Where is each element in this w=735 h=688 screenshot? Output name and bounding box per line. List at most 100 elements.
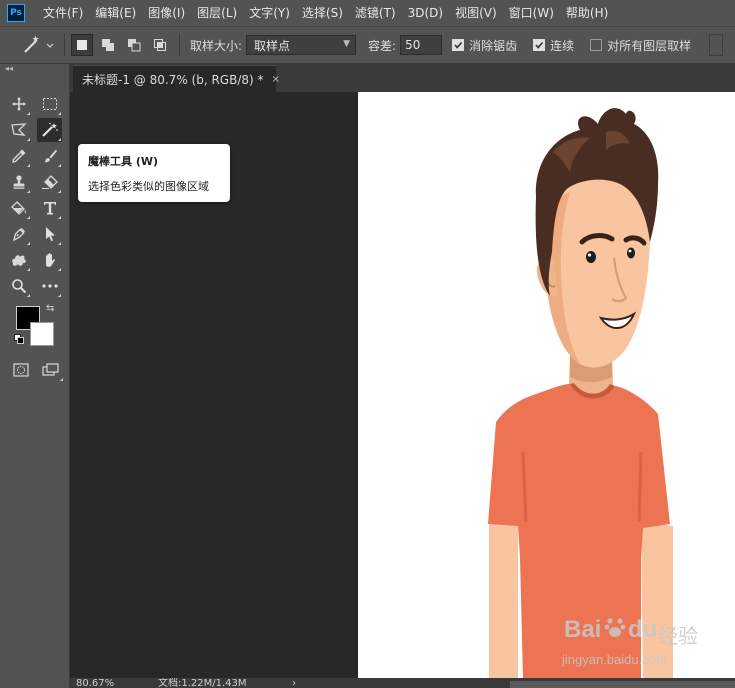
baidu-jingyan-watermark: Bai du 经验 jingyan.baidu.com <box>562 612 702 672</box>
tolerance-label: 容差: <box>368 38 397 53</box>
type-tool[interactable] <box>37 196 62 220</box>
submenu-indicator <box>58 112 61 115</box>
sample-size-value: 取样点 <box>254 38 291 53</box>
eraser-tool[interactable] <box>37 170 62 194</box>
intersect-selection-button[interactable] <box>149 34 171 56</box>
watermark-product: 经验 <box>658 626 698 648</box>
menu-image[interactable]: 图像(I) <box>142 0 191 26</box>
eyedropper-icon <box>11 149 25 163</box>
submenu-indicator <box>58 294 61 297</box>
checkmark-icon <box>454 41 463 49</box>
quick-mask-icon <box>13 363 29 377</box>
menu-3d[interactable]: 3D(D) <box>402 0 449 26</box>
zoom-level[interactable]: 80.67% <box>76 678 114 688</box>
anti-alias-option[interactable]: 消除锯齿 <box>452 37 521 54</box>
document-tab-title: 未标题-1 @ 80.7% (b, RGB/8) * <box>82 72 264 87</box>
clone-stamp-tool[interactable] <box>6 170 31 194</box>
hand-tool[interactable] <box>37 248 62 272</box>
submenu-indicator <box>27 268 30 271</box>
options-bar: 取样大小: 取样点 ▼ 容差: 50 消除锯齿 连续 对所有图层取样 <box>0 26 735 64</box>
paint-bucket-icon <box>10 201 26 215</box>
submenu-indicator <box>27 164 30 167</box>
anti-alias-checkbox[interactable] <box>452 39 465 51</box>
paint-bucket-tool[interactable] <box>6 196 31 220</box>
contiguous-checkbox[interactable] <box>533 39 546 51</box>
tools-grid <box>4 92 66 300</box>
document-info: 文档:1.22M/1.43M <box>158 678 247 688</box>
subtract-selection-icon <box>128 39 141 52</box>
default-colors-icon[interactable] <box>14 334 24 344</box>
rectangular-marquee-tool[interactable] <box>37 92 62 116</box>
submenu-indicator <box>27 294 30 297</box>
submenu-indicator <box>27 138 30 141</box>
menu-file[interactable]: 文件(F) <box>37 0 89 26</box>
menu-type[interactable]: 文字(Y) <box>243 0 296 26</box>
menu-select[interactable]: 选择(S) <box>296 0 349 26</box>
document-tab[interactable]: 未标题-1 @ 80.7% (b, RGB/8) * × <box>73 65 280 92</box>
brush-tool[interactable] <box>37 144 62 168</box>
lasso-tool[interactable] <box>6 118 31 142</box>
separator <box>64 34 65 56</box>
path-selection-tool[interactable] <box>37 222 62 246</box>
menu-view[interactable]: 视图(V) <box>449 0 503 26</box>
all-layers-label: 对所有图层取样 <box>607 38 692 53</box>
watermark-url: jingyan.baidu.com <box>562 652 667 667</box>
quick-mask-button[interactable] <box>8 358 34 382</box>
shape-tool[interactable] <box>6 248 31 272</box>
stamp-icon <box>13 175 24 189</box>
all-layers-option[interactable]: 对所有图层取样 <box>590 37 695 54</box>
horizontal-scrollbar[interactable] <box>510 681 735 688</box>
collapse-panel-icon[interactable]: ◂◂ <box>0 64 69 74</box>
zoom-icon <box>11 279 26 294</box>
zoom-tool[interactable] <box>6 274 31 298</box>
screen-mode-button[interactable] <box>38 358 64 382</box>
add-selection-button[interactable] <box>97 34 119 56</box>
select-and-mask-button[interactable] <box>709 34 724 56</box>
contiguous-option[interactable]: 连续 <box>533 37 578 54</box>
menu-help[interactable]: 帮助(H) <box>560 0 614 26</box>
eraser-icon <box>41 175 58 189</box>
document-canvas[interactable] <box>358 92 735 678</box>
tool-preset-picker[interactable] <box>18 31 58 59</box>
text-tool-icon <box>43 202 56 215</box>
submenu-indicator <box>58 216 61 219</box>
add-selection-icon <box>102 39 114 51</box>
sample-size-select[interactable]: 取样点 ▼ <box>246 35 357 55</box>
submenu-indicator <box>60 378 63 381</box>
brush-icon <box>44 149 57 163</box>
more-icon <box>41 284 58 288</box>
pen-tool[interactable] <box>6 222 31 246</box>
photoshop-logo[interactable]: Ps <box>7 4 25 22</box>
menu-edit[interactable]: 编辑(E) <box>89 0 142 26</box>
edit-toolbar-button[interactable] <box>37 274 62 298</box>
menu-filter[interactable]: 滤镜(T) <box>349 0 402 26</box>
menu-bar: Ps 文件(F) 编辑(E) 图像(I) 图层(L) 文字(Y) 选择(S) 滤… <box>0 0 735 26</box>
status-menu-icon[interactable]: › <box>292 678 296 688</box>
menu-window[interactable]: 窗口(W) <box>503 0 560 26</box>
subtract-selection-button[interactable] <box>123 34 145 56</box>
background-color-swatch[interactable] <box>30 322 54 346</box>
close-icon[interactable]: × <box>272 74 280 85</box>
submenu-indicator <box>58 268 61 271</box>
checkmark-icon <box>535 41 544 49</box>
cartoon-man-illustration <box>488 108 673 678</box>
new-selection-button[interactable] <box>71 34 93 56</box>
tolerance-input[interactable]: 50 <box>400 35 443 55</box>
all-layers-checkbox[interactable] <box>590 39 603 51</box>
submenu-indicator <box>27 216 30 219</box>
menu-layer[interactable]: 图层(L) <box>191 0 243 26</box>
cursor-arrow-icon <box>45 227 55 242</box>
eyedropper-tool[interactable] <box>6 144 31 168</box>
anti-alias-label: 消除锯齿 <box>469 38 518 53</box>
move-icon <box>11 97 26 111</box>
move-tool[interactable] <box>6 92 31 116</box>
swap-colors-icon[interactable]: ⇆ <box>46 303 54 314</box>
submenu-indicator <box>58 190 61 193</box>
submenu-indicator <box>58 242 61 245</box>
magic-wand-tool[interactable] <box>37 118 62 142</box>
magic-wand-icon <box>41 122 58 137</box>
intersect-selection-icon <box>154 39 166 51</box>
submenu-indicator <box>27 242 30 245</box>
pen-icon <box>12 227 25 242</box>
watermark-paw-text: du <box>628 616 658 643</box>
